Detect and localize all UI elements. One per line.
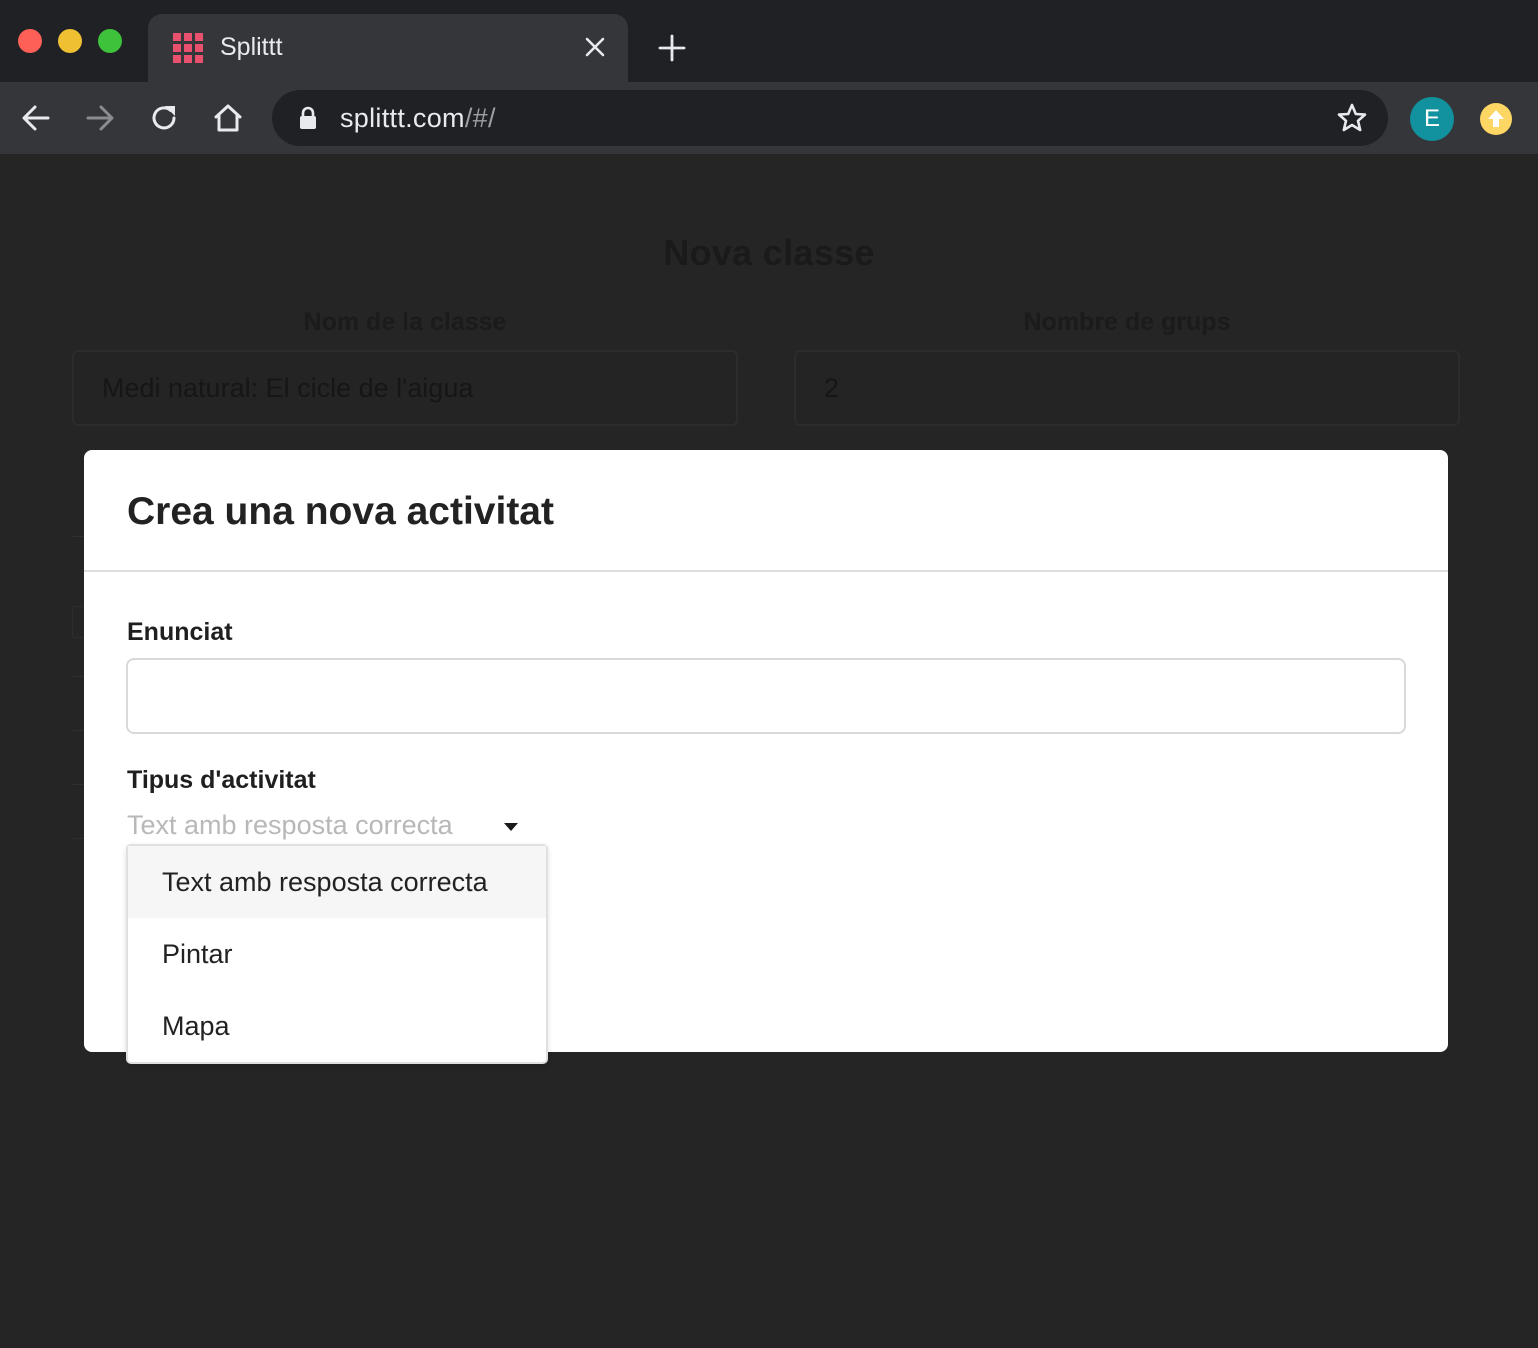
update-button[interactable] [1480, 103, 1512, 135]
activity-type-selected: Text amb resposta correcta [127, 810, 453, 840]
browser-titlebar: Splittt [0, 0, 1538, 82]
statement-input[interactable] [126, 658, 1406, 734]
groups-count-input[interactable]: 2 [794, 350, 1460, 426]
url-host: splittt.com [340, 103, 465, 133]
dropdown-option[interactable]: Pintar [128, 918, 546, 990]
address-bar[interactable]: splittt.com/#/ [272, 90, 1388, 146]
browser-toolbar: splittt.com/#/ E [0, 82, 1538, 154]
dropdown-option[interactable]: Text amb resposta correcta [128, 846, 546, 918]
tab-title: Splittt [220, 33, 283, 61]
groups-count-label: Nombre de grups [1023, 308, 1231, 336]
close-tab-icon[interactable] [582, 34, 608, 60]
maximize-window-button[interactable] [98, 29, 122, 53]
url-path: /#/ [464, 103, 496, 133]
modal-title: Crea una nova activitat [127, 490, 554, 533]
page-title: Nova classe [663, 232, 875, 273]
statement-label: Enunciat [127, 618, 233, 646]
close-window-button[interactable] [18, 29, 42, 53]
lock-icon[interactable] [296, 106, 320, 130]
profile-avatar[interactable]: E [1410, 97, 1454, 141]
activity-type-select[interactable]: Text amb resposta correcta [127, 810, 527, 846]
bookmark-star-icon[interactable] [1336, 102, 1368, 134]
url-text[interactable]: splittt.com/#/ [340, 103, 496, 134]
arrow-up-icon [1488, 110, 1504, 127]
grid-favicon-icon [173, 33, 203, 63]
caret-down-icon [504, 823, 518, 831]
home-icon[interactable] [212, 102, 244, 134]
activity-type-dropdown: Text amb resposta correcta Pintar Mapa [126, 844, 548, 1064]
forward-arrow-icon[interactable] [84, 102, 116, 134]
dropdown-option[interactable]: Mapa [128, 990, 546, 1062]
new-tab-icon[interactable] [658, 34, 686, 62]
class-name-input[interactable]: Medi natural: El cicle de l'aigua [72, 350, 738, 426]
reload-icon[interactable] [148, 102, 180, 134]
minimize-window-button[interactable] [58, 29, 82, 53]
activity-type-label: Tipus d'activitat [127, 766, 316, 794]
browser-tab[interactable]: Splittt [148, 14, 628, 82]
back-arrow-icon[interactable] [20, 102, 52, 134]
class-name-label: Nom de la classe [303, 308, 507, 336]
modal-divider [84, 570, 1448, 572]
